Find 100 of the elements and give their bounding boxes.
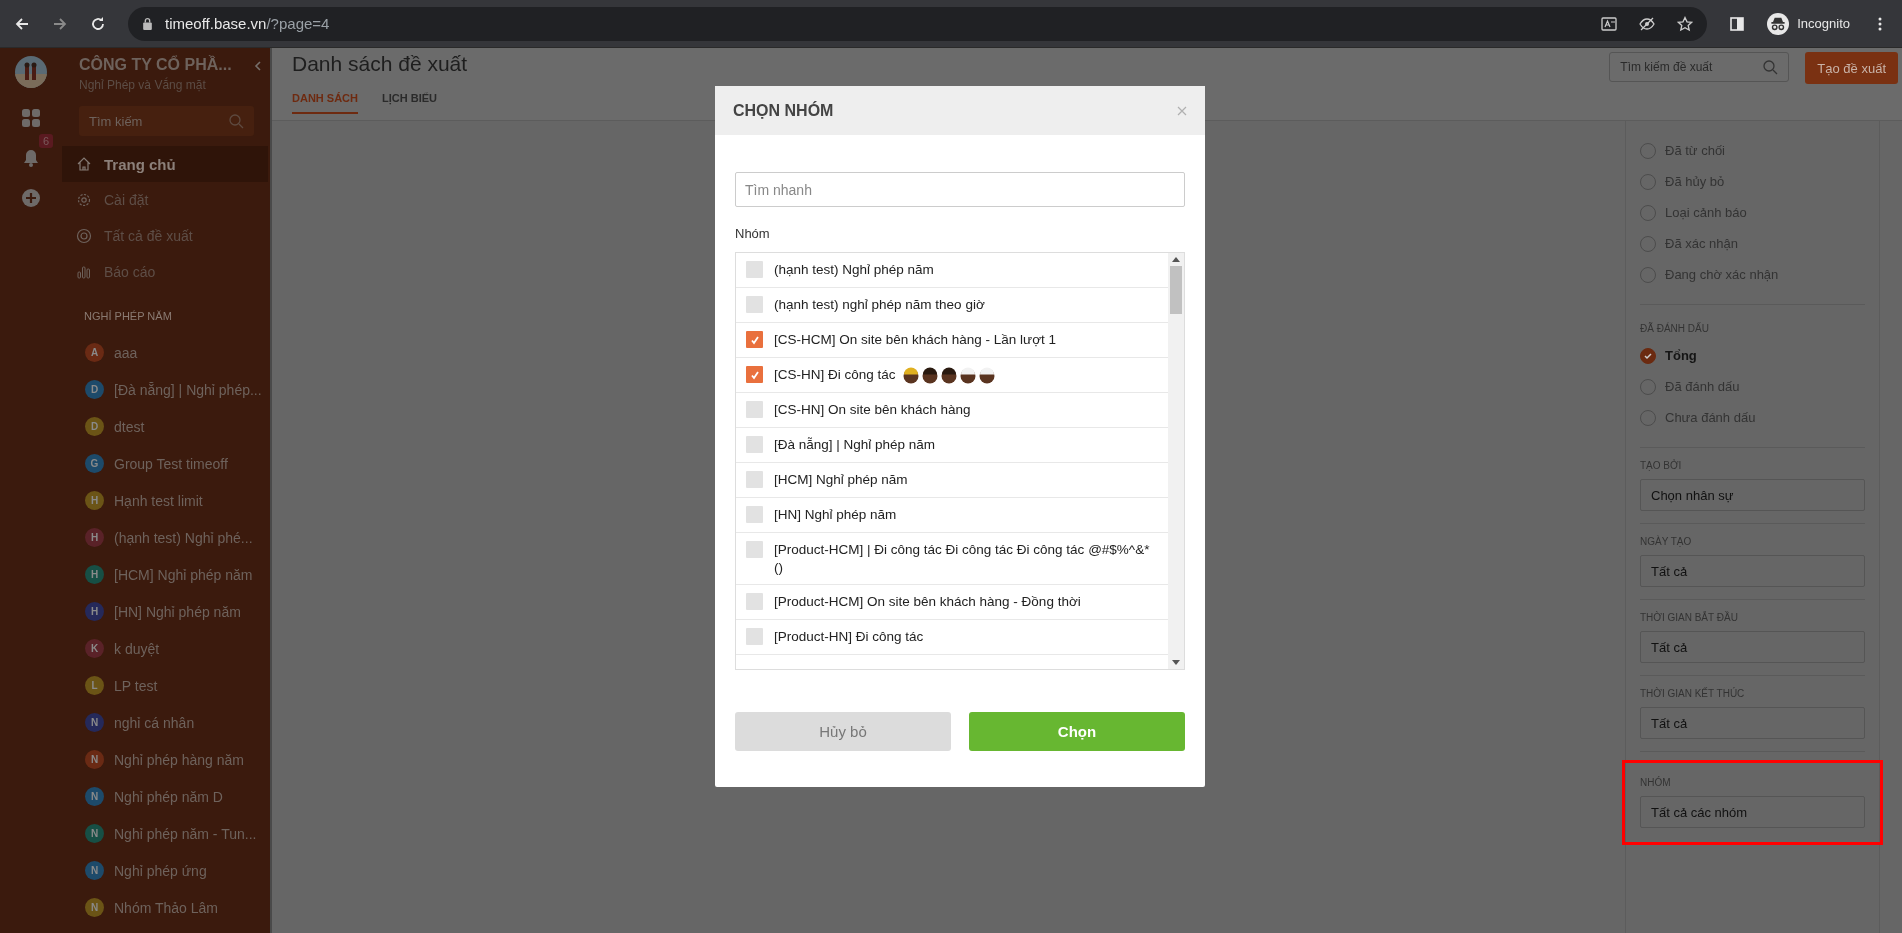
side-panel-icon[interactable] xyxy=(1729,15,1746,32)
list-item[interactable]: [CS-HN] Đi công tác xyxy=(736,358,1168,393)
collapse-icon[interactable] xyxy=(254,60,262,72)
address-bar[interactable]: timeoff.base.vn/?page=4 xyxy=(128,6,1708,41)
radio-option[interactable]: Tổng xyxy=(1640,340,1865,371)
translate-icon[interactable] xyxy=(1601,15,1618,32)
filter-field[interactable]: Tất cả các nhóm xyxy=(1640,796,1865,828)
list-item[interactable]: (hạnh test) Nghỉ phép năm xyxy=(736,253,1168,288)
group-item[interactable]: H [HN] Nghỉ phép năm xyxy=(62,593,270,630)
settings-icon xyxy=(76,192,92,208)
search-placeholder: Tìm kiếm đề xuất xyxy=(1620,60,1713,74)
scroll-up-icon[interactable] xyxy=(1172,257,1180,262)
group-avatar: N xyxy=(85,861,104,880)
list-item[interactable]: [HN] Nghỉ phép năm xyxy=(736,498,1168,533)
list-item[interactable]: [Đà nẵng] | Nghỉ phép năm xyxy=(736,428,1168,463)
create-button[interactable]: Tạo đề xuất xyxy=(1805,52,1898,84)
group-item[interactable]: D dtest xyxy=(62,408,270,445)
group-avatar: H xyxy=(85,565,104,584)
group-item[interactable]: N nghỉ cá nhân xyxy=(62,704,270,741)
cancel-button[interactable]: Hủy bỏ xyxy=(735,712,951,751)
close-icon[interactable] xyxy=(1177,105,1187,116)
search-field[interactable]: Tìm kiếm đề xuất xyxy=(1609,52,1790,82)
section-title: NGHỈ PHÉP NĂM xyxy=(83,309,173,324)
emoji-icon xyxy=(901,366,920,384)
tab[interactable]: DANH SÁCH xyxy=(292,92,358,114)
list-item[interactable]: [CS-HN] On site bên khách hàng xyxy=(736,393,1168,428)
filter-field[interactable]: Chọn nhân sự xyxy=(1640,479,1865,511)
list-item[interactable]: [CS-HCM] On site bên khách hàng - Lần lượt 1 xyxy=(736,323,1168,358)
checkbox[interactable] xyxy=(746,628,763,645)
tab[interactable]: LỊCH BIỂU xyxy=(382,92,437,114)
checkbox[interactable] xyxy=(746,593,763,610)
page-title: Danh sách đề xuất xyxy=(292,52,468,76)
filter-field[interactable]: Tất cả xyxy=(1640,707,1865,739)
group-avatar: H xyxy=(85,602,104,621)
emoji-icon xyxy=(958,366,977,384)
back-icon[interactable] xyxy=(14,15,30,32)
group-item[interactable]: K k duyệt xyxy=(62,630,270,667)
list-item[interactable]: [HCM] Nghỉ phép năm xyxy=(736,463,1168,498)
scrollbar[interactable] xyxy=(1168,253,1184,669)
checkbox[interactable] xyxy=(746,261,763,278)
url-host: timeoff.base.vn xyxy=(165,15,267,32)
group-avatar: D xyxy=(85,417,104,436)
nav-item[interactable]: Trang chủ xyxy=(62,146,268,182)
list-item[interactable]: [Product-HCM] On site bên khách hàng - Đồng thời xyxy=(736,585,1168,620)
profile-chip[interactable]: Incognito xyxy=(1767,12,1850,35)
radio-button[interactable] xyxy=(1640,347,1656,364)
apps-grid-icon[interactable] xyxy=(21,108,41,128)
star-icon[interactable] xyxy=(1677,15,1694,32)
lock-icon xyxy=(142,17,153,30)
group-item[interactable]: H Hạnh test limit xyxy=(62,482,270,519)
checkbox[interactable] xyxy=(746,506,763,523)
checkbox[interactable] xyxy=(746,471,763,488)
group-item[interactable]: A aaa xyxy=(62,334,270,371)
scroll-down-icon[interactable] xyxy=(1172,660,1180,665)
notification-badge: 6 xyxy=(39,134,54,148)
confirm-button[interactable]: Chọn xyxy=(969,712,1185,751)
company-name: CÔNG TY CỔ PHẦ... xyxy=(79,56,233,74)
nav-item[interactable]: Tất cả đề xuất xyxy=(62,218,268,254)
group-item[interactable]: N Nghỉ phép năm - Tun... xyxy=(62,815,270,852)
search-field[interactable]: Tìm kiếm xyxy=(79,106,254,136)
list-item[interactable]: [Product-HN] Đi công tác xyxy=(736,620,1168,655)
scrollbar-thumb[interactable] xyxy=(1170,266,1182,314)
app-subtitle: Nghỉ Phép và Vắng mặt xyxy=(79,78,207,92)
checkbox[interactable] xyxy=(746,541,763,558)
group-item[interactable]: D [Đà nẵng] | Nghỉ phép... xyxy=(62,371,270,408)
nav-item[interactable]: Cài đặt xyxy=(62,182,268,218)
filter-field[interactable]: Tất cả xyxy=(1640,631,1865,663)
group-item[interactable]: N Nghỉ phép năm D xyxy=(62,778,270,815)
list-item[interactable]: (hạnh test) nghỉ phép năm theo giờ xyxy=(736,288,1168,323)
forward-icon[interactable] xyxy=(52,15,68,32)
group-item[interactable]: N Nghỉ phép hàng năm xyxy=(62,741,270,778)
group-item[interactable]: L LP test xyxy=(62,667,270,704)
group-item[interactable]: N Nhóm Thảo Lâm xyxy=(62,889,270,926)
checkbox[interactable] xyxy=(746,366,763,383)
group-item[interactable]: N Nghỉ phép ứng xyxy=(62,852,270,889)
group-avatar: G xyxy=(85,454,104,473)
group-item[interactable]: G Group Test timeoff xyxy=(62,445,270,482)
checkbox[interactable] xyxy=(746,331,763,348)
group-avatar: L xyxy=(85,676,104,695)
list-item[interactable]: [Product-HCM] | Đi công tác Đi công tác Đi công tác @#$%^&* () xyxy=(736,533,1168,585)
radio-button[interactable] xyxy=(1640,142,1656,159)
target-icon xyxy=(76,228,92,244)
eye-slash-icon[interactable] xyxy=(1639,15,1656,32)
group-avatar: N xyxy=(85,898,104,917)
group-avatar: H xyxy=(85,491,104,510)
reload-icon[interactable] xyxy=(90,15,106,32)
add-icon[interactable] xyxy=(21,188,41,208)
group-avatar: K xyxy=(85,639,104,658)
filter-field[interactable]: Tất cả xyxy=(1640,555,1865,587)
bell-icon[interactable] xyxy=(21,148,41,168)
checkbox[interactable] xyxy=(746,436,763,453)
nav-item[interactable]: Báo cáo xyxy=(62,254,268,290)
group-avatar: N xyxy=(85,713,104,732)
search-field[interactable]: Tìm nhanh xyxy=(735,172,1185,207)
group-avatar: N xyxy=(85,787,104,806)
group-item[interactable]: H (hạnh test) Nghỉ phé... xyxy=(62,519,270,556)
checkbox[interactable] xyxy=(746,401,763,418)
search-placeholder: Tìm nhanh xyxy=(745,181,812,198)
checkbox[interactable] xyxy=(746,296,763,313)
group-item[interactable]: H [HCM] Nghỉ phép năm xyxy=(62,556,270,593)
